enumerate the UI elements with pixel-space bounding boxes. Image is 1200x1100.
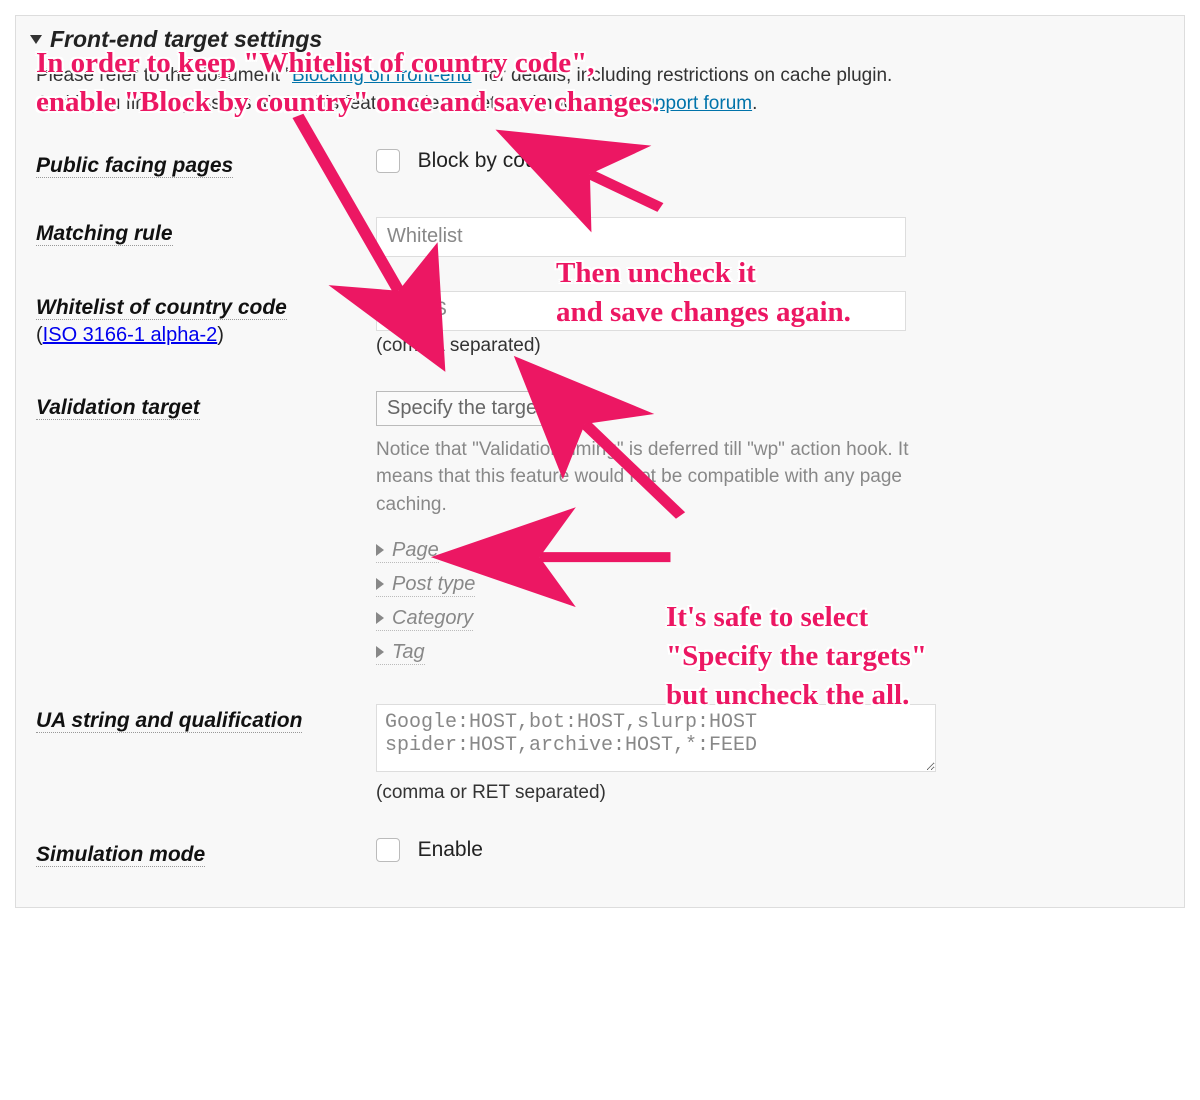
row-ua: UA string and qualification Google:HOST,… — [36, 704, 1164, 804]
simulation-label: Enable — [418, 838, 483, 861]
chevron-right-icon — [376, 578, 384, 590]
iso-3166-link[interactable]: ISO 3166-1 alpha-2 — [43, 324, 218, 346]
section-description-2: And if you find any issues about this fe… — [36, 93, 1164, 115]
label-public-facing: Public facing pages — [36, 154, 233, 178]
chevron-down-icon — [563, 405, 573, 412]
support-forum-link[interactable]: at the support forum — [582, 93, 752, 114]
validation-target-select[interactable]: Specify the targets — [376, 391, 584, 426]
section-title[interactable]: Front-end target settings — [30, 26, 1164, 53]
section-description-1: Please refer to the document "Blocking o… — [36, 65, 1164, 87]
sublist-item-page[interactable]: Page — [376, 539, 439, 563]
row-matching-rule: Matching rule — [36, 217, 1164, 257]
doc-link[interactable]: Blocking on front-end — [292, 65, 472, 86]
chevron-right-icon — [376, 612, 384, 624]
row-validation-target: Validation target Specify the targets No… — [36, 391, 1164, 671]
row-simulation: Simulation mode Enable — [36, 838, 1164, 872]
label-validation-target: Validation target — [36, 396, 200, 420]
validation-target-notice: Notice that "Validation timing" is defer… — [376, 436, 936, 519]
row-whitelist: Whitelist of country code (ISO 3166-1 al… — [36, 291, 1164, 357]
chevron-right-icon — [376, 544, 384, 556]
matching-rule-input[interactable] — [376, 217, 906, 257]
label-simulation: Simulation mode — [36, 843, 205, 867]
chevron-down-icon — [30, 35, 42, 44]
block-by-country-checkbox[interactable] — [376, 149, 400, 173]
sublist-item-category[interactable]: Category — [376, 607, 473, 631]
ua-hint: (comma or RET separated) — [376, 782, 1164, 804]
frontend-target-panel: Front-end target settings Please refer t… — [15, 15, 1185, 908]
block-by-country-label: Block by country — [418, 149, 572, 172]
whitelist-input[interactable] — [376, 291, 906, 331]
sublist-item-post-type[interactable]: Post type — [376, 573, 475, 597]
label-ua: UA string and qualification — [36, 709, 302, 733]
validation-target-value: Specify the targets — [387, 397, 553, 420]
row-public-facing: Public facing pages Block by country — [36, 149, 1164, 183]
validation-target-sublist: Page Post type Category Tag — [376, 534, 1164, 670]
label-matching-rule: Matching rule — [36, 222, 173, 246]
ua-textarea[interactable]: Google:HOST,bot:HOST,slurp:HOST spider:H… — [376, 704, 936, 772]
chevron-right-icon — [376, 646, 384, 658]
section-title-text: Front-end target settings — [50, 26, 322, 53]
simulation-checkbox[interactable] — [376, 838, 400, 862]
whitelist-hint: (comma separated) — [376, 335, 1164, 357]
label-whitelist: Whitelist of country code — [36, 296, 287, 320]
sublist-item-tag[interactable]: Tag — [376, 641, 425, 665]
